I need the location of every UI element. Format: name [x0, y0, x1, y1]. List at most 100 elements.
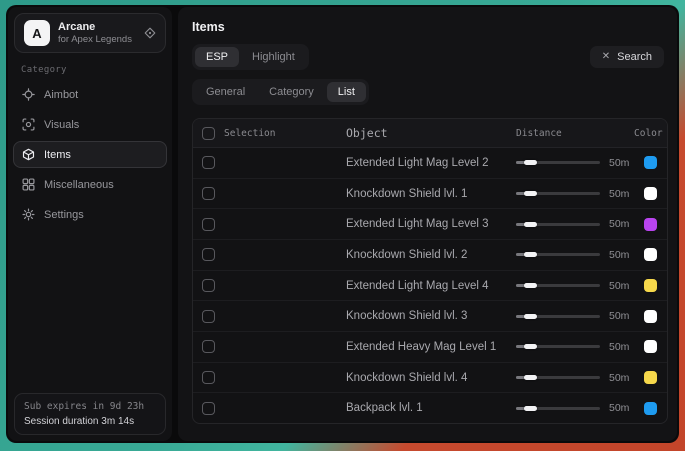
app-subtitle: for Apex Legends — [58, 34, 132, 45]
color-swatch[interactable] — [644, 310, 657, 323]
sidebar-item-label: Aimbot — [44, 89, 78, 101]
table-body: Extended Light Mag Level 250mKnockdown S… — [193, 148, 667, 423]
object-label: Backpack lvl. 1 — [346, 402, 516, 414]
slider-thumb[interactable] — [524, 252, 537, 257]
sidebar-item-aimbot[interactable]: Aimbot — [13, 81, 167, 108]
crosshair-icon — [22, 88, 35, 101]
tab-category[interactable]: Category — [258, 82, 325, 102]
sidebar-item-label: Miscellaneous — [44, 179, 114, 191]
toolbar: ESPHighlight ✕ Search — [192, 44, 664, 70]
sub-expiry-text: Sub expires in 9d 23h — [24, 401, 156, 412]
color-swatch[interactable] — [644, 279, 657, 292]
color-swatch[interactable] — [644, 187, 657, 200]
table-row: Extended Light Mag Level 450m — [193, 271, 667, 302]
app-title: Arcane — [58, 21, 132, 34]
slider-thumb[interactable] — [524, 191, 537, 196]
session-duration-text: Session duration 3m 14s — [24, 416, 156, 427]
page-title: Items — [178, 7, 677, 34]
distance-value: 50m — [609, 280, 629, 292]
scan-eye-icon — [22, 118, 35, 131]
row-checkbox[interactable] — [202, 218, 215, 231]
object-label: Knockdown Shield lvl. 3 — [346, 310, 516, 322]
app-titles: Arcane for Apex Legends — [58, 21, 132, 46]
header-object: Object — [346, 126, 516, 140]
gear-icon — [22, 208, 35, 221]
desktop-backdrop: A Arcane for Apex Legends Category Aimbo… — [0, 0, 685, 451]
sidebar-menu: Aimbot Visuals Items Miscellaneous Settings — [8, 81, 172, 228]
slider-thumb[interactable] — [524, 375, 537, 380]
row-checkbox[interactable] — [202, 340, 215, 353]
tab-general[interactable]: General — [195, 82, 256, 102]
row-checkbox[interactable] — [202, 279, 215, 292]
color-swatch[interactable] — [644, 402, 657, 415]
distance-slider[interactable] — [516, 340, 600, 353]
category-section-label: Category — [21, 65, 172, 75]
subscription-info-card: Sub expires in 9d 23h Session duration 3… — [14, 393, 166, 435]
header-selection: Selection — [224, 128, 275, 139]
color-swatch[interactable] — [644, 371, 657, 384]
row-checkbox[interactable] — [202, 402, 215, 415]
distance-value: 50m — [609, 157, 629, 169]
tab-list[interactable]: List — [327, 82, 366, 102]
table-row: Extended Light Mag Level 2 50m — [193, 148, 667, 179]
view-tabs-row: GeneralCategoryList — [192, 79, 663, 105]
distance-value: 50m — [609, 372, 629, 384]
slider-thumb[interactable] — [524, 344, 537, 349]
color-swatch[interactable] — [644, 248, 657, 261]
object-label: Extended Heavy Mag Level 1 — [346, 341, 516, 353]
table-row: Knockdown Shield lvl. 3 50m — [193, 301, 667, 332]
box-icon — [22, 148, 35, 161]
row-checkbox[interactable] — [202, 371, 215, 384]
sidebar-item-miscellaneous[interactable]: Miscellaneous — [13, 171, 167, 198]
slider-thumb[interactable] — [524, 160, 537, 165]
app-logo: A — [24, 20, 50, 46]
distance-slider[interactable] — [516, 371, 600, 384]
sidebar: A Arcane for Apex Legends Category Aimbo… — [8, 7, 172, 441]
search-button-label: Search — [617, 51, 652, 63]
select-all-checkbox[interactable] — [202, 127, 215, 140]
object-label: Extended Light Mag Level 3 — [346, 218, 516, 230]
distance-slider[interactable] — [516, 279, 600, 292]
sidebar-item-label: Settings — [44, 209, 84, 221]
table-row: Knockdown Shield lvl. 2 50m — [193, 240, 667, 271]
slider-thumb[interactable] — [524, 283, 537, 288]
distance-slider[interactable] — [516, 248, 600, 261]
distance-value: 50m — [609, 218, 629, 230]
distance-slider[interactable] — [516, 402, 600, 415]
sidebar-item-label: Visuals — [44, 119, 79, 131]
object-label: Knockdown Shield lvl. 2 — [346, 249, 516, 261]
search-button[interactable]: ✕ Search — [590, 46, 664, 68]
table-row: Backpack lvl. 150m — [193, 393, 667, 423]
mode-tab-group: ESPHighlight — [192, 44, 309, 70]
distance-value: 50m — [609, 249, 629, 261]
color-swatch[interactable] — [644, 218, 657, 231]
sidebar-item-settings[interactable]: Settings — [13, 201, 167, 228]
row-checkbox[interactable] — [202, 248, 215, 261]
slider-thumb[interactable] — [524, 222, 537, 227]
object-label: Knockdown Shield lvl. 4 — [346, 372, 516, 384]
tab-highlight[interactable]: Highlight — [241, 47, 306, 67]
sidebar-item-visuals[interactable]: Visuals — [13, 111, 167, 138]
distance-slider[interactable] — [516, 156, 600, 169]
table-row: Knockdown Shield lvl. 4 50m — [193, 363, 667, 394]
distance-slider[interactable] — [516, 218, 600, 231]
distance-slider[interactable] — [516, 310, 600, 323]
diamond-badge-icon[interactable] — [144, 27, 156, 39]
sidebar-item-label: Items — [44, 149, 71, 161]
distance-slider[interactable] — [516, 187, 600, 200]
row-checkbox[interactable] — [202, 156, 215, 169]
row-checkbox[interactable] — [202, 310, 215, 323]
row-checkbox[interactable] — [202, 187, 215, 200]
object-label: Extended Light Mag Level 2 — [346, 157, 516, 169]
slider-thumb[interactable] — [524, 406, 537, 411]
cheat-menu-window: A Arcane for Apex Legends Category Aimbo… — [6, 5, 679, 443]
color-swatch[interactable] — [644, 156, 657, 169]
slider-thumb[interactable] — [524, 314, 537, 319]
sidebar-item-items[interactable]: Items — [13, 141, 167, 168]
app-header-card: A Arcane for Apex Legends — [14, 13, 166, 53]
color-swatch[interactable] — [644, 340, 657, 353]
object-label: Knockdown Shield lvl. 1 — [346, 188, 516, 200]
distance-value: 50m — [609, 310, 629, 322]
distance-value: 50m — [609, 341, 629, 353]
tab-esp[interactable]: ESP — [195, 47, 239, 67]
